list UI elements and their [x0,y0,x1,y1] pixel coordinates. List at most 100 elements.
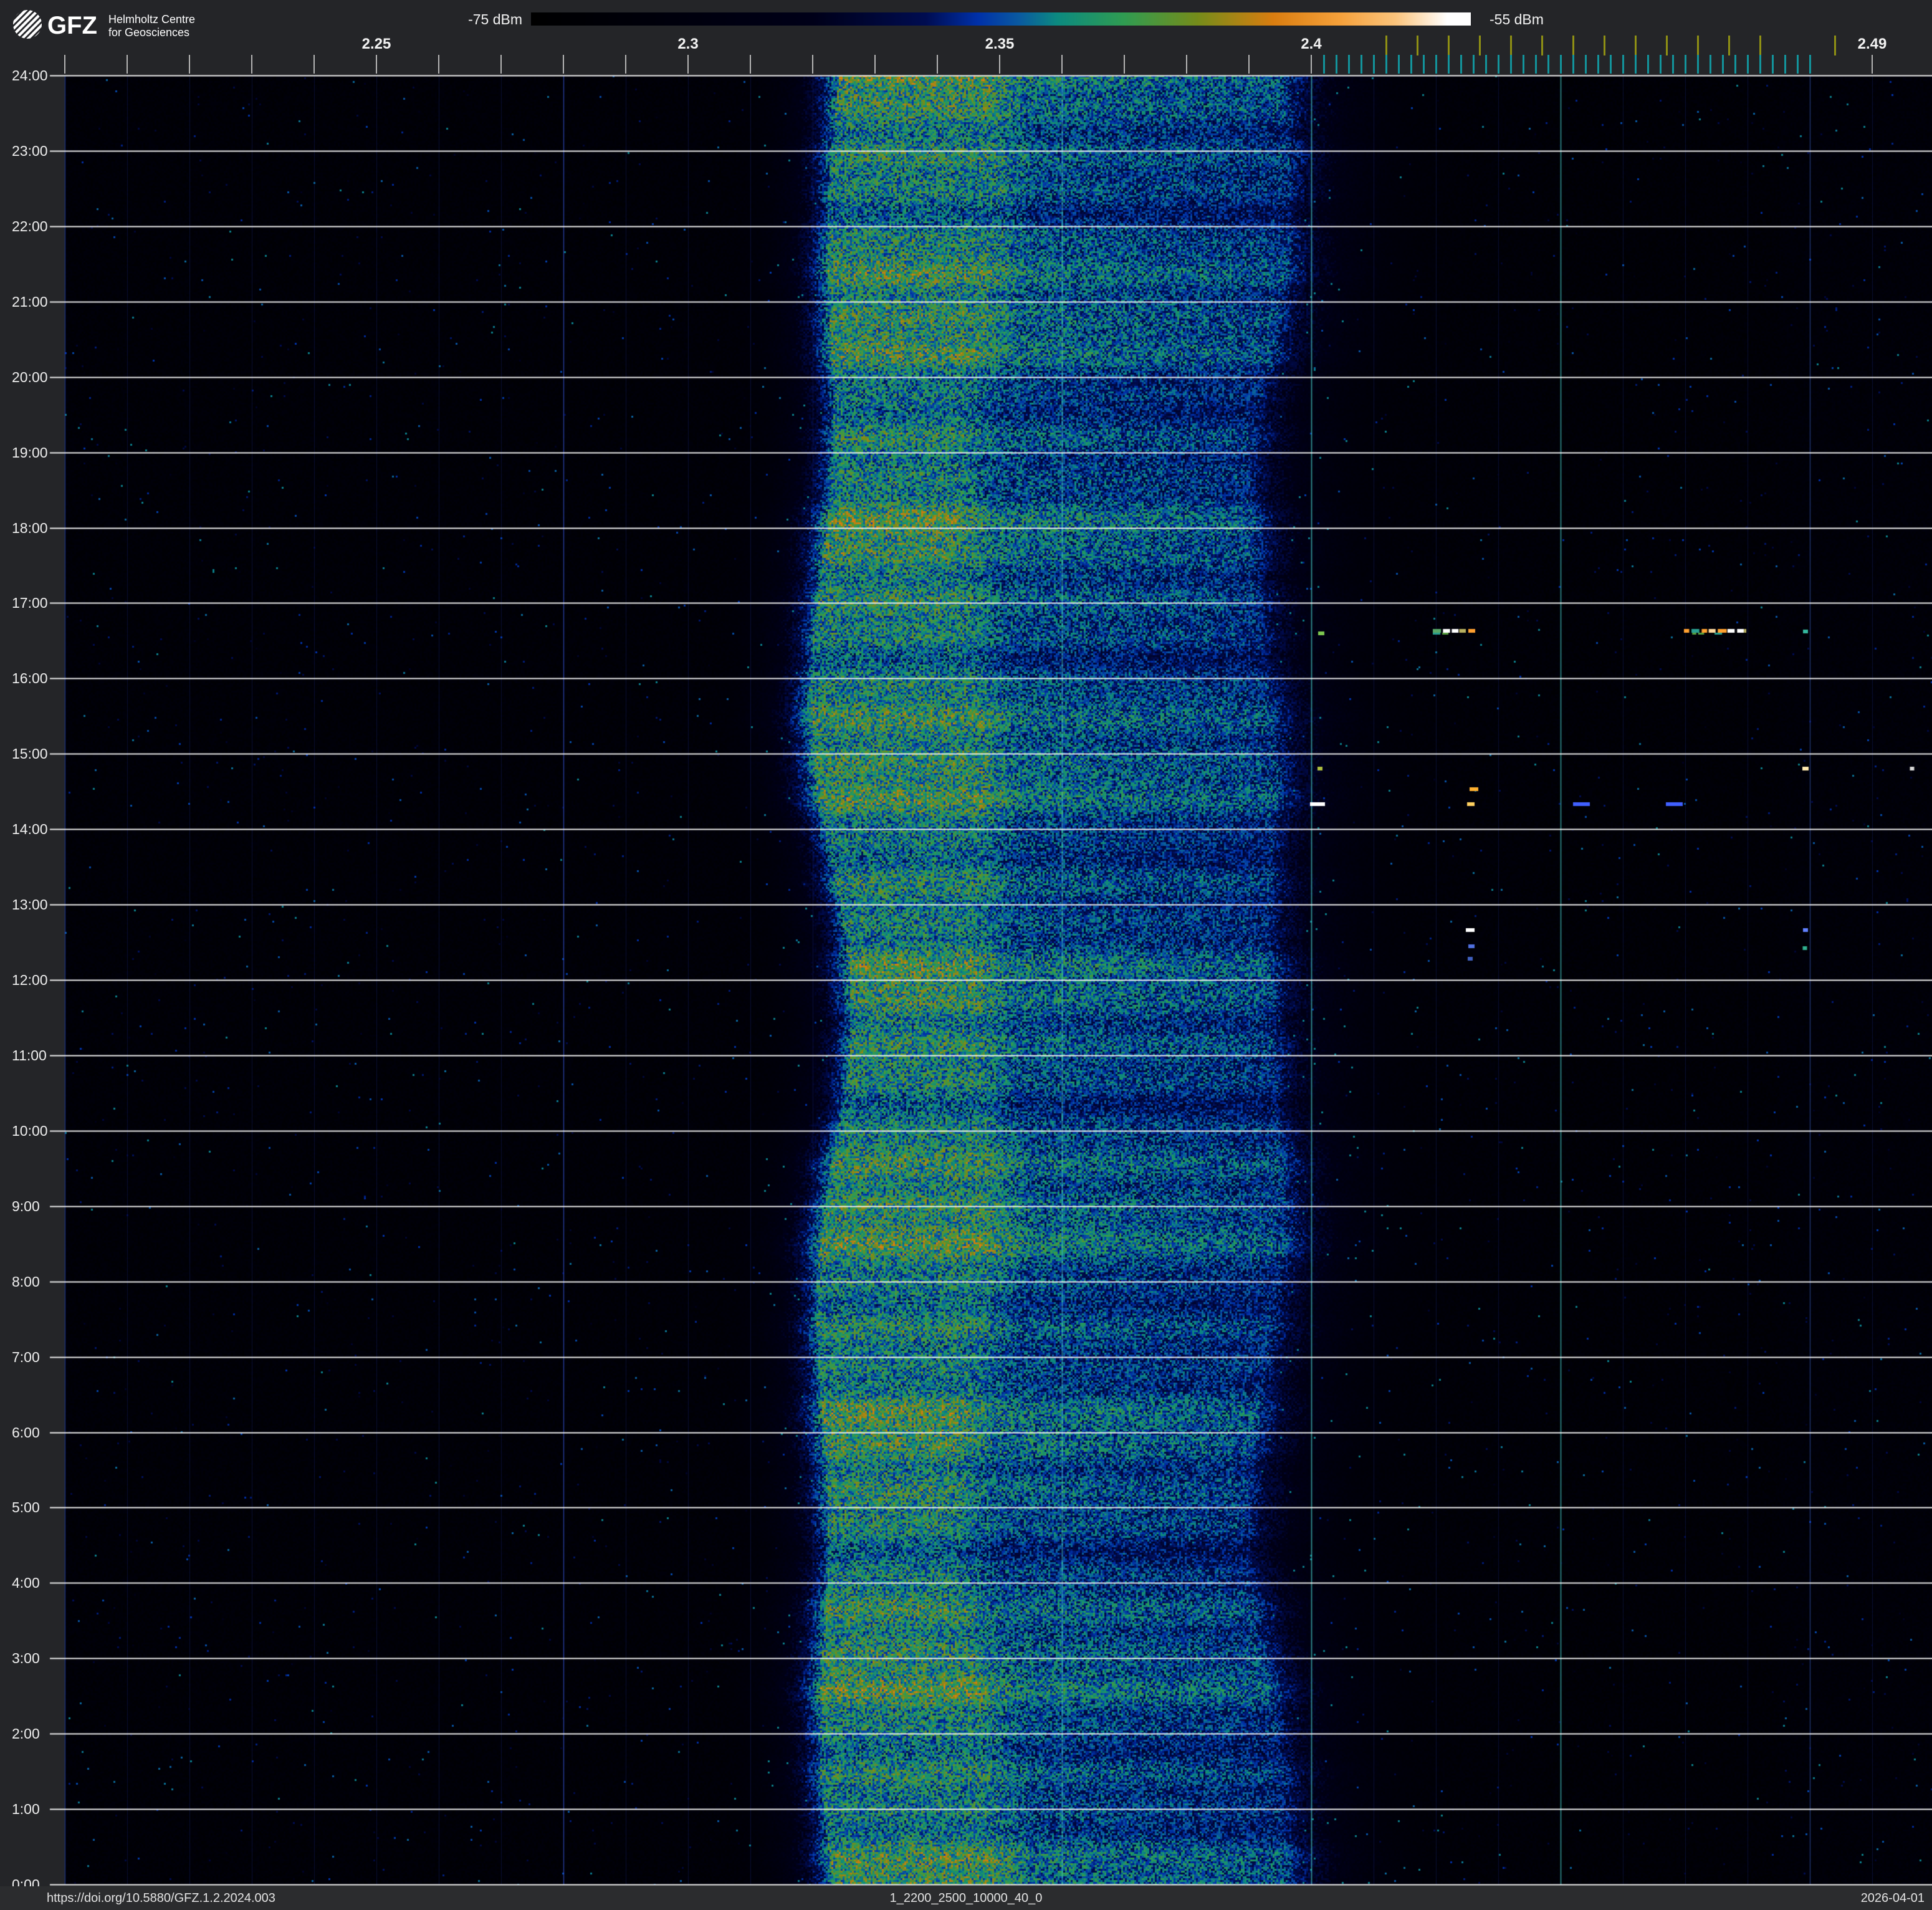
freq-minor-tick [1872,55,1873,74]
ble-channel-tick [1722,55,1724,74]
ble-channel-tick [1622,55,1624,74]
freq-minor-tick [438,55,439,74]
ble-channel-tick [1647,55,1649,74]
ble-channel-tick [1385,55,1387,74]
wifi-channel-tick [1448,36,1450,55]
freq-axis-label: 2.25 [361,36,391,52]
ble-channel-tick [1460,55,1462,74]
freq-minor-tick [1124,55,1125,74]
time-axis-label: 19:00 [12,444,48,461]
freq-minor-tick [687,55,689,74]
footer-bar: https://doi.org/10.5880/GFZ.1.2.2024.003… [0,1886,1932,1910]
ble-channel-tick [1398,55,1400,74]
ble-channel-tick [1610,55,1612,74]
time-axis-label: 23:00 [12,142,48,159]
wifi-channel-tick [1385,36,1387,55]
ble-channel-tick [1747,55,1749,74]
time-axis-label: 2:00 [12,1725,40,1742]
ble-channel-tick [1660,55,1662,74]
wifi-channel-tick [1697,36,1699,55]
ble-channel-tick [1784,55,1786,74]
time-axis-label: 20:00 [12,368,48,385]
time-axis-label: 13:00 [12,896,48,913]
freq-minor-tick [1061,55,1063,74]
wifi-channel-tick [1666,36,1668,55]
ble-channel-tick [1697,55,1699,74]
ble-channel-tick [1373,55,1375,74]
ble-channel-tick [1435,55,1437,74]
freq-minor-tick [189,55,190,74]
freq-minor-tick [1186,55,1187,74]
time-axis-label: 18:00 [12,519,48,536]
colorbar-min-label: -75 dBm [468,11,522,27]
freq-minor-tick [999,55,1000,74]
time-axis-label: 21:00 [12,293,48,310]
wifi-channel-tick [1604,36,1605,55]
ble-channel-tick [1535,55,1537,74]
time-axis-label: 16:00 [12,670,48,687]
time-axis-label: 17:00 [12,595,48,612]
ble-channel-tick [1523,55,1524,74]
ble-channel-tick [1410,55,1412,74]
ble-channel-tick [1361,55,1362,74]
colorbar-gradient [531,12,1471,26]
ble-channel-tick [1797,55,1799,74]
colorbar-max-label: -55 dBm [1490,11,1544,27]
ble-channel-tick [1585,55,1587,74]
ble-channel-tick [1734,55,1736,74]
wifi-channel-tick [1541,36,1543,55]
date-label: 2026-04-01 [1860,1891,1925,1905]
ble-channel-tick [1423,55,1425,74]
ble-channel-tick [1510,55,1512,74]
ble-channel-tick [1672,55,1674,74]
freq-minor-tick [500,55,502,74]
ble-channel-tick [1323,55,1325,74]
freq-axis-label: 2.35 [985,36,1015,52]
freq-minor-tick [812,55,813,74]
time-axis-label: 10:00 [12,1122,48,1139]
freq-minor-tick [313,55,315,74]
spectrum-monitor-page: GFZ Helmholtz Centre for Geosciences -75… [0,0,1932,1910]
time-axis-label: 11:00 [12,1047,47,1063]
time-axis-label: 4:00 [12,1575,40,1591]
wifi-channel-tick [1510,36,1512,55]
freq-axis-label: 2.49 [1857,36,1887,52]
spectrogram-canvas [0,0,1932,1910]
wifi-channel-tick [1572,36,1574,55]
time-axis-label: 22:00 [12,218,48,234]
time-axis-label: 15:00 [12,746,48,762]
freq-axis-label: 2.4 [1301,36,1322,52]
freq-minor-tick [1311,55,1312,74]
ble-channel-tick [1560,55,1562,74]
ble-channel-tick [1597,55,1599,74]
time-axis-label: 1:00 [12,1801,40,1818]
time-axis-label: 7:00 [12,1348,40,1365]
ble-channel-tick [1547,55,1549,74]
wifi-channel-tick [1834,36,1836,55]
ble-channel-tick [1685,55,1686,74]
wifi-channel-tick [1635,36,1637,55]
ble-channel-tick [1759,55,1761,74]
freq-minor-tick [750,55,751,74]
ble-channel-tick [1448,55,1450,74]
ble-channel-tick [1635,55,1637,74]
time-axis-label: 24:00 [12,67,48,84]
ble-channel-tick [1473,55,1475,74]
ble-channel-tick [1772,55,1774,74]
ble-channel-tick [1485,55,1487,74]
freq-minor-tick [937,55,938,74]
doi-link[interactable]: https://doi.org/10.5880/GFZ.1.2.2024.003 [47,1886,275,1910]
wifi-channel-tick [1759,36,1761,55]
freq-minor-tick [1248,55,1250,74]
freq-axis-label: 2.3 [677,36,699,52]
time-axis-label: 14:00 [12,821,48,838]
freq-minor-tick [376,55,377,74]
freq-minor-tick [127,55,128,74]
ble-channel-tick [1498,55,1499,74]
ble-channel-tick [1336,55,1337,74]
ble-channel-tick [1809,55,1811,74]
dataset-label: 1_2200_2500_10000_40_0 [889,1891,1043,1905]
time-axis-label: 9:00 [12,1197,40,1214]
freq-minor-tick [64,55,65,74]
ble-channel-tick [1710,55,1711,74]
